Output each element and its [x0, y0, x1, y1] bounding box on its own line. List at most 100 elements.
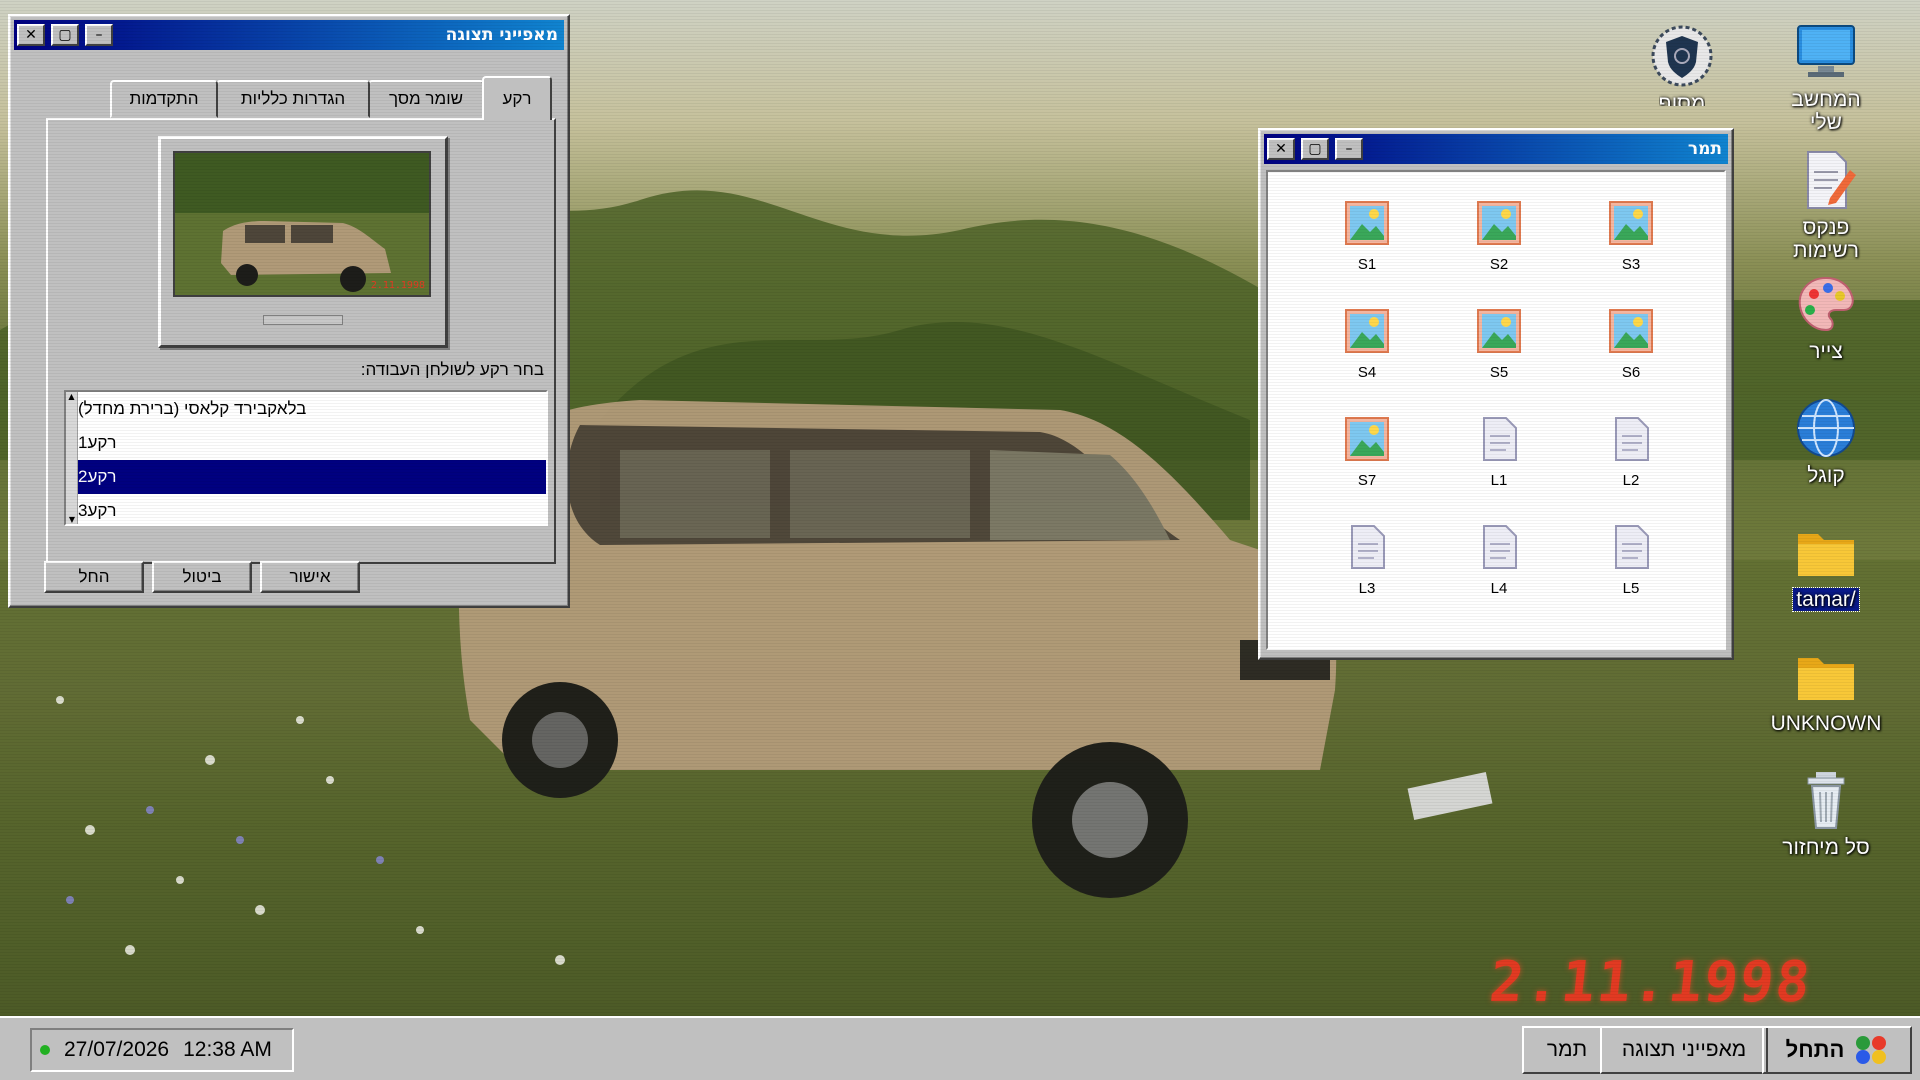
file-item[interactable]: L4	[1454, 524, 1544, 597]
file-item[interactable]: S4	[1322, 308, 1412, 381]
scroll-up-icon[interactable]: ▲	[66, 392, 77, 401]
start-button[interactable]: התחל	[1762, 1026, 1912, 1074]
tray-date: 27/07/2026	[64, 1038, 170, 1061]
title-bar[interactable]: ✕ ▢ – תמר	[1264, 134, 1728, 164]
folder-content[interactable]: S3 S2 S1 S6 S5 S4 L2 L1 S7 L5 L4 L3	[1266, 170, 1726, 650]
status-dot-icon	[40, 1045, 50, 1055]
desktop-icon-recycle-bin[interactable]: סל מיחזור	[1778, 768, 1874, 859]
list-item-selected[interactable]: רקע2	[78, 460, 546, 494]
desktop-icon-my-computer[interactable]: המחשב שלי	[1778, 20, 1874, 134]
file-item[interactable]: L3	[1322, 524, 1412, 597]
close-button[interactable]: ✕	[17, 24, 45, 46]
ok-button[interactable]: אישור	[260, 561, 360, 593]
desktop-icon-folder-tamar[interactable]: /tamar	[1778, 520, 1874, 612]
maximize-button[interactable]: ▢	[1301, 138, 1329, 160]
desktop-icon-label: /tamar	[1792, 587, 1860, 612]
title-bar[interactable]: ✕ ▢ – מאפייני תצוגה	[14, 20, 564, 50]
minimize-button[interactable]: –	[1335, 138, 1363, 160]
tab-advanced[interactable]: התקדמות	[110, 80, 218, 118]
maximize-button[interactable]: ▢	[51, 24, 79, 46]
desktop-icon-notepad[interactable]: פנקס רשימות	[1778, 148, 1874, 262]
folder-icon	[1794, 644, 1858, 708]
tab-background[interactable]: רקע	[482, 76, 552, 120]
desktop-icon-label: UNKNOWN	[1770, 712, 1882, 735]
windows-logo-icon	[1856, 1036, 1887, 1064]
document-file-icon	[1476, 524, 1522, 574]
file-item[interactable]: L2	[1586, 416, 1676, 489]
desktop-icon-label: צייר	[1809, 340, 1843, 363]
wallpaper-prompt: בחר רקע לשולחן העבודה:	[360, 360, 544, 379]
tab-screensaver[interactable]: שומר מסך	[368, 80, 484, 118]
image-file-icon	[1344, 416, 1390, 466]
folder-window-tamar[interactable]: ✕ ▢ – תמר S3 S2 S1 S6 S5 S4 L2 L1 S7 L5 L4 L3	[1258, 128, 1734, 660]
file-name: S5	[1489, 364, 1509, 381]
shield-icon	[1650, 24, 1714, 88]
file-item[interactable]: L1	[1454, 416, 1544, 489]
desktop-icon-label: מסוף	[1658, 92, 1706, 106]
apply-button[interactable]: החל	[44, 561, 144, 593]
desktop-icon-folder-unknown[interactable]: UNKNOWN	[1771, 644, 1881, 735]
file-item[interactable]: S2	[1454, 200, 1544, 273]
file-name: S7	[1357, 472, 1377, 489]
recycle-bin-icon	[1794, 768, 1858, 832]
computer-icon	[1794, 20, 1858, 84]
start-label: התחל	[1785, 1037, 1845, 1062]
window-title: מאפייני תצוגה	[445, 25, 558, 45]
taskbar: 27/07/2026 12:38 AM תמר מאפייני תצוגה הת…	[0, 1016, 1920, 1080]
file-item[interactable]: S7	[1322, 416, 1412, 489]
tab-general-settings[interactable]: הגדרות כלליות	[216, 80, 370, 118]
file-name: S3	[1621, 256, 1641, 273]
desktop-icon-label: סל מיחזור	[1782, 836, 1870, 859]
notepad-icon	[1794, 148, 1858, 212]
document-file-icon	[1476, 416, 1522, 466]
window-controls: ✕ ▢ –	[17, 24, 113, 46]
image-file-icon	[1344, 308, 1390, 358]
palette-icon	[1794, 272, 1858, 336]
image-file-icon	[1476, 308, 1522, 358]
file-name: S2	[1489, 256, 1509, 273]
monitor-stand	[263, 315, 343, 325]
taskbar-task-display-properties[interactable]: מאפייני תצוגה	[1600, 1026, 1768, 1074]
cancel-button[interactable]: ביטול	[152, 561, 252, 593]
wallpaper-date-stamp: 2.11.1998	[1486, 950, 1815, 1015]
minimize-button[interactable]: –	[85, 24, 113, 46]
file-item[interactable]: S6	[1586, 308, 1676, 381]
desktop-icon-paint[interactable]: צייר	[1778, 272, 1874, 363]
list-scrollbar[interactable]: ▲ ▼	[66, 392, 78, 524]
file-name: L5	[1622, 580, 1640, 597]
desktop[interactable]: 2.11.1998 המחשב שלי מסוף פנקס רשימות ציי…	[0, 0, 1920, 1016]
file-item[interactable]: S3	[1586, 200, 1676, 273]
wallpaper-list[interactable]: ▲ ▼ בלאקבירד קלאסי (ברירת מחדל) רקע1 רקע…	[64, 390, 548, 526]
file-name: S6	[1621, 364, 1641, 381]
tray-time: 12:38 AM	[183, 1038, 272, 1061]
globe-icon	[1794, 396, 1858, 460]
list-item[interactable]: רקע3	[78, 494, 546, 524]
taskbar-task-tamar[interactable]: תמר	[1522, 1026, 1612, 1074]
file-name: L3	[1358, 580, 1376, 597]
image-file-icon	[1608, 308, 1654, 358]
monitor-preview: 2.11.1998	[158, 136, 448, 348]
file-item[interactable]: S5	[1454, 308, 1544, 381]
file-name: L2	[1622, 472, 1640, 489]
scroll-down-icon[interactable]: ▼	[66, 515, 78, 524]
window-title: תמר	[1687, 139, 1722, 159]
system-tray: 27/07/2026 12:38 AM	[30, 1028, 294, 1072]
desktop-icon-label: פנקס רשימות	[1793, 216, 1859, 262]
image-file-icon	[1344, 200, 1390, 250]
file-name: S1	[1357, 256, 1377, 273]
file-item[interactable]: S1	[1322, 200, 1412, 273]
desktop-icon-browser[interactable]: קוגל	[1778, 396, 1874, 487]
desktop-icon-terminal[interactable]: מסוף	[1634, 24, 1730, 106]
document-file-icon	[1608, 524, 1654, 574]
file-name: S4	[1357, 364, 1377, 381]
list-item[interactable]: בלאקבירד קלאסי (ברירת מחדל)	[78, 392, 546, 426]
list-item[interactable]: רקע1	[78, 426, 546, 460]
wallpaper-preview: 2.11.1998	[173, 151, 431, 297]
desktop-icon-label: המחשב שלי	[1791, 88, 1861, 134]
file-name: L1	[1490, 472, 1508, 489]
image-file-icon	[1476, 200, 1522, 250]
display-properties-window[interactable]: ✕ ▢ – מאפייני תצוגה רקע שומר מסך הגדרות …	[8, 14, 570, 608]
desktop-icon-label: קוגל	[1807, 464, 1845, 487]
file-item[interactable]: L5	[1586, 524, 1676, 597]
close-button[interactable]: ✕	[1267, 138, 1295, 160]
